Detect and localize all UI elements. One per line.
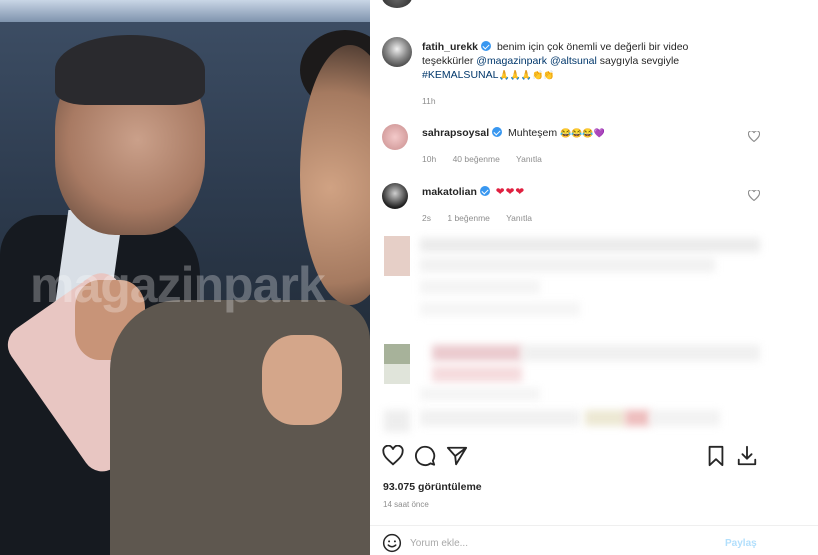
comment-1-meta: 10h 40 beğenme Yanıtla	[422, 154, 556, 164]
blurred-line	[650, 410, 720, 426]
verified-badge-icon	[479, 186, 490, 196]
blurred-line	[420, 258, 715, 272]
caption-line2-prefix: teşekkürler	[422, 55, 474, 67]
action-bar	[382, 444, 762, 471]
caption-time: 11h	[422, 96, 436, 106]
caption-username[interactable]: fatih_urekk	[422, 41, 478, 53]
caption-avatar[interactable]	[382, 37, 412, 67]
verified-badge-icon	[492, 127, 503, 137]
comment-2-emojis: ❤❤❤	[495, 186, 526, 198]
comment-input[interactable]: Yorum ekle...	[410, 538, 468, 549]
caption-line1: benim için çok önemli ve değerli bir vid…	[496, 41, 689, 53]
caption-line2-suffix: saygıyla sevgiyle	[599, 55, 680, 67]
mention-altsunal[interactable]: @altsunal	[550, 55, 597, 67]
blurred-line	[625, 410, 650, 426]
mention-magazinpark[interactable]: @magazinpark	[476, 55, 547, 67]
comment-2-time: 2s	[422, 213, 431, 223]
divider	[370, 525, 818, 526]
comment-like-heart-icon[interactable]	[747, 189, 761, 202]
person-left-hair	[55, 35, 205, 105]
blurred-line	[432, 345, 522, 361]
blurred-line	[420, 410, 580, 426]
comment-2: makatolian ❤❤❤	[422, 185, 525, 199]
video-top-strip	[0, 0, 370, 22]
blurred-line	[585, 410, 625, 426]
comment-1: sahrapsoysal Muhteşem 😂😂😂💜	[422, 126, 605, 140]
comments-panel: fatih_urekk benim için çok önemli ve değ…	[370, 0, 818, 555]
blurred-avatar	[384, 236, 410, 276]
blurred-line	[420, 388, 540, 400]
comment-2-reply[interactable]: Yanıtla	[506, 213, 532, 223]
comment-avatar[interactable]	[382, 183, 408, 209]
video-player[interactable]: magazinpark	[0, 0, 370, 555]
person-right-jacket	[110, 300, 370, 555]
avatar[interactable]	[382, 0, 412, 8]
blurred-line	[432, 366, 522, 382]
person-right-fist	[262, 335, 342, 425]
caption: fatih_urekk benim için çok önemli ve değ…	[422, 40, 762, 82]
comment-1-username[interactable]: sahrapsoysal	[422, 127, 489, 139]
blurred-avatar	[384, 364, 410, 384]
post-button[interactable]: Paylaş	[725, 538, 757, 549]
comment-1-emojis: 😂😂😂💜	[560, 128, 605, 138]
emoji-smile-icon[interactable]	[382, 533, 402, 553]
comment-avatar[interactable]	[382, 124, 408, 150]
comment-2-likes[interactable]: 1 beğenme	[447, 213, 490, 223]
comment-2-username[interactable]: makatolian	[422, 186, 477, 198]
video-watermark: magazinpark	[30, 257, 326, 313]
blurred-line	[420, 238, 760, 252]
blurred-avatar	[384, 410, 410, 432]
comment-1-text: Muhteşem	[508, 127, 558, 139]
verified-badge-icon	[481, 41, 492, 51]
caption-emojis: 🙏🙏🙏👏👏	[498, 70, 555, 80]
comment-icon[interactable]	[414, 445, 438, 469]
caption-meta: 11h	[422, 96, 450, 106]
blurred-avatar	[384, 344, 410, 364]
blurred-line	[420, 302, 580, 316]
comment-2-meta: 2s 1 beğenme Yanıtla	[422, 213, 546, 223]
download-icon[interactable]	[736, 445, 760, 469]
comment-1-reply[interactable]: Yanıtla	[516, 154, 542, 164]
view-count[interactable]: 93.075 görüntüleme	[383, 481, 482, 493]
post-timestamp: 14 saat önce	[383, 500, 429, 509]
blurred-line	[420, 280, 540, 294]
send-icon[interactable]	[446, 445, 470, 469]
comment-1-likes[interactable]: 40 beğenme	[453, 154, 500, 164]
hashtag[interactable]: #KEMALSUNAL	[422, 69, 498, 81]
blurred-line	[522, 345, 760, 361]
comment-like-heart-icon[interactable]	[747, 130, 761, 143]
comment-1-time: 10h	[422, 154, 437, 164]
bookmark-icon[interactable]	[706, 445, 730, 469]
heart-icon[interactable]	[382, 444, 406, 469]
